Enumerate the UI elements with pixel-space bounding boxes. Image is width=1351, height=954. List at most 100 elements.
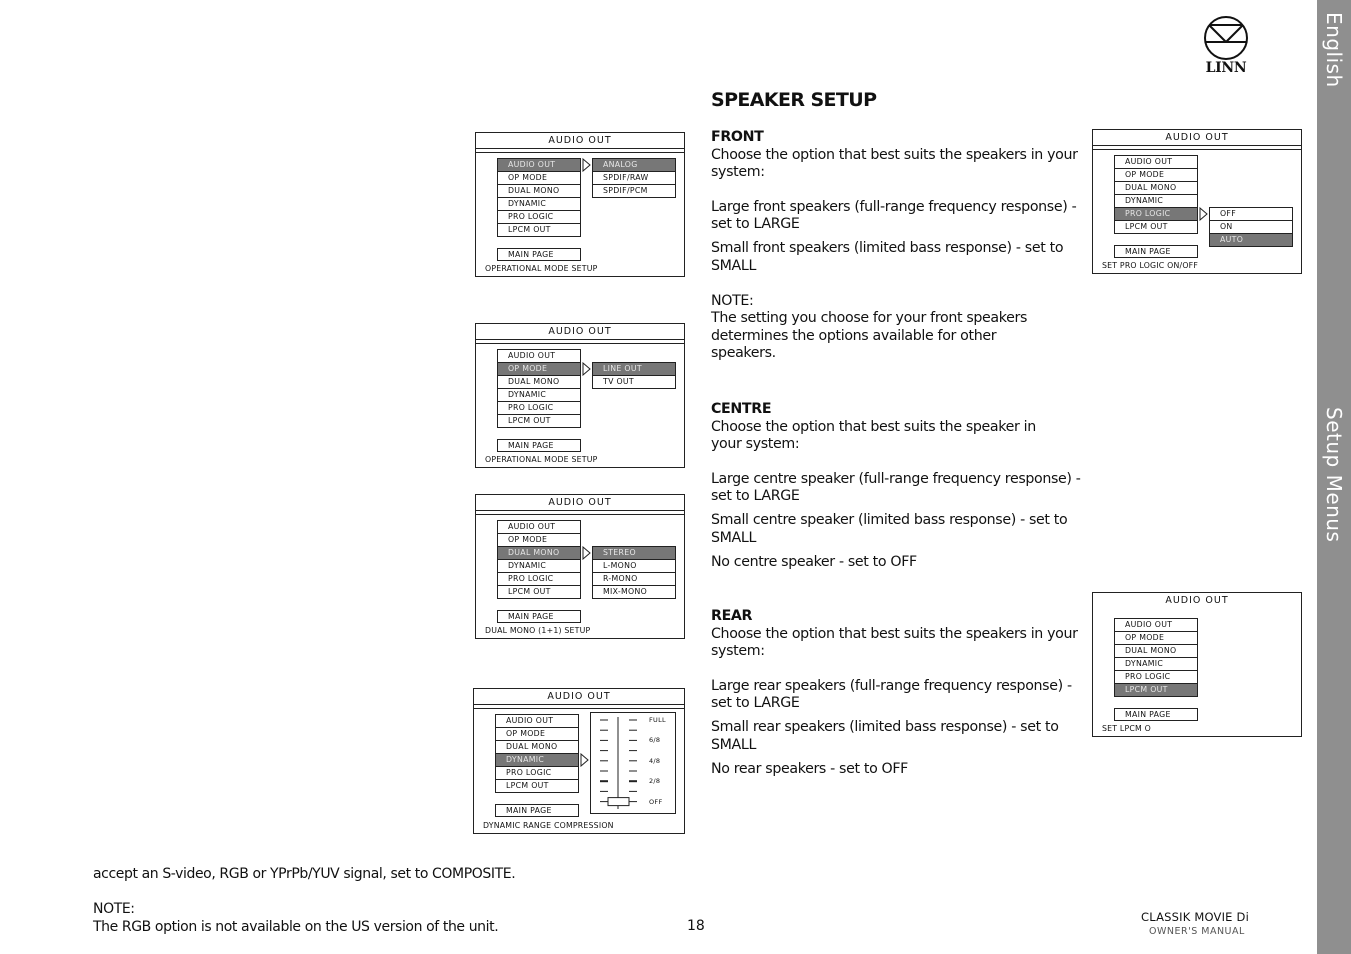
menu-item: OP MODE bbox=[1115, 169, 1197, 182]
figure-title: AUDIO OUT bbox=[548, 135, 612, 146]
menu-list: AUDIO OUT OP MODE DUAL MONO DYNAMIC PRO LOGI… bbox=[497, 158, 581, 237]
section-rear: REAR Choose the option that best suits t… bbox=[711, 608, 1081, 785]
main-page-item: MAIN PAGE bbox=[497, 610, 581, 623]
footer-subtitle: OWNER'S MANUAL bbox=[1149, 926, 1245, 937]
figure-caption: DUAL MONO (1+1) SETUP bbox=[485, 626, 591, 635]
main-page-item: MAIN PAGE bbox=[495, 804, 579, 817]
menu-list: AUDIO OUT OP MODE DUAL MONO DYNAMIC PRO LOGI… bbox=[497, 520, 581, 599]
option-text: Large rear speakers (full-range frequenc… bbox=[711, 677, 1072, 712]
section-heading: FRONT bbox=[711, 129, 764, 145]
figure-caption: SET PRO LOGIC ON/OFF bbox=[1102, 261, 1199, 270]
section-intro: Choose the option that best suits the sp… bbox=[711, 625, 1078, 660]
figure-caption: OPERATIONAL MODE SETUP bbox=[485, 455, 598, 464]
menu-item: OP MODE bbox=[498, 534, 580, 547]
submenu-list: ANALOG SPDIF/RAW SPDIF/PCM bbox=[592, 158, 676, 198]
menu-item: DYNAMIC bbox=[1115, 658, 1197, 671]
audio-out-menu-figure: AUDIO OUT AUDIO OUT OP MODE DUAL MONO DYNAMI… bbox=[475, 323, 685, 468]
menu-item: DUAL MONO bbox=[498, 547, 580, 560]
submenu-option: MIX-MONO bbox=[603, 587, 648, 596]
submenu-list: STEREO L-MONO R-MONO MIX-MONO bbox=[592, 546, 676, 599]
pointer-arrow-icon bbox=[582, 546, 591, 560]
main-page-item: MAIN PAGE bbox=[497, 439, 581, 452]
slider-level-label: 4/8 bbox=[649, 756, 661, 765]
submenu-list: LINE OUT TV OUT bbox=[592, 362, 676, 389]
figure-title: AUDIO OUT bbox=[1165, 595, 1229, 606]
submenu-option: AUTO bbox=[1210, 234, 1292, 246]
compression-slider: FULL 6/8 4/8 2/8 OFF bbox=[590, 712, 676, 814]
menu-item: AUDIO OUT bbox=[496, 715, 578, 728]
note-text: The setting you choose for your front sp… bbox=[711, 310, 1028, 362]
menu-item: LPCM OUT bbox=[508, 587, 551, 596]
slider-level-label: 2/8 bbox=[649, 777, 661, 786]
menu-item: PRO LOGIC bbox=[498, 402, 580, 415]
submenu-option: TV OUT bbox=[603, 377, 634, 386]
title-divider bbox=[1093, 145, 1301, 150]
figure-title: AUDIO OUT bbox=[1165, 132, 1229, 143]
menu-list: AUDIO OUT OP MODE DUAL MONO DYNAMIC PRO LOGI… bbox=[495, 714, 579, 793]
menu-item: AUDIO OUT bbox=[498, 159, 580, 172]
menu-item: OP MODE bbox=[496, 728, 578, 741]
menu-item: AUDIO OUT bbox=[1115, 156, 1197, 169]
menu-item: DUAL MONO bbox=[498, 185, 580, 198]
menu-item: DUAL MONO bbox=[1115, 645, 1197, 658]
menu-item: LPCM OUT bbox=[1125, 222, 1168, 231]
section-heading: REAR bbox=[711, 608, 753, 624]
pointer-arrow-icon bbox=[582, 158, 591, 172]
continued-text: accept an S-video, RGB or YPrPb/YUV sign… bbox=[93, 866, 516, 882]
menu-item: PRO LOGIC bbox=[498, 573, 580, 586]
figure-caption: SET LPCM O bbox=[1102, 724, 1151, 733]
pointer-arrow-icon bbox=[1199, 207, 1208, 221]
title-divider bbox=[476, 148, 684, 153]
figure-title: AUDIO OUT bbox=[548, 497, 612, 508]
menu-item: DUAL MONO bbox=[496, 741, 578, 754]
menu-item: PRO LOGIC bbox=[498, 211, 580, 224]
submenu-option: LINE OUT bbox=[593, 363, 675, 376]
menu-item: AUDIO OUT bbox=[498, 521, 580, 534]
menu-item: DYNAMIC bbox=[498, 389, 580, 402]
menu-item: OP MODE bbox=[498, 172, 580, 185]
menu-item: DYNAMIC bbox=[498, 198, 580, 211]
menu-item: DYNAMIC bbox=[1115, 195, 1197, 208]
pointer-arrow-icon bbox=[582, 362, 591, 376]
menu-list: AUDIO OUT OP MODE DUAL MONO DYNAMIC PRO LOGI… bbox=[497, 349, 581, 428]
section-tab-label: Setup Menus bbox=[1322, 407, 1346, 543]
menu-item: OP MODE bbox=[1115, 632, 1197, 645]
option-text: No centre speaker - set to OFF bbox=[711, 554, 917, 571]
title-divider bbox=[476, 339, 684, 344]
figure-caption: OPERATIONAL MODE SETUP bbox=[485, 264, 598, 273]
audio-out-menu-figure: AUDIO OUT AUDIO OUT OP MODE DUAL MONO DYNAMI… bbox=[1092, 592, 1302, 737]
note-text: The RGB option is not available on the U… bbox=[93, 919, 499, 935]
menu-item: AUDIO OUT bbox=[498, 350, 580, 363]
submenu-option: STEREO bbox=[593, 547, 675, 560]
page-number: 18 bbox=[687, 918, 705, 934]
menu-item: LPCM OUT bbox=[508, 225, 551, 234]
submenu-option: L-MONO bbox=[593, 560, 675, 573]
main-page-item: MAIN PAGE bbox=[1114, 708, 1198, 721]
menu-list: AUDIO OUT OP MODE DUAL MONO DYNAMIC PRO LOGI… bbox=[1114, 618, 1198, 697]
submenu-option: ANALOG bbox=[593, 159, 675, 172]
main-page-item: MAIN PAGE bbox=[497, 248, 581, 261]
submenu-option: OFF bbox=[1210, 208, 1292, 221]
slider-level-label: 6/8 bbox=[649, 736, 661, 745]
section-heading: CENTRE bbox=[711, 401, 772, 417]
note-label: NOTE: bbox=[711, 292, 754, 309]
submenu-option: ON bbox=[1210, 221, 1292, 234]
audio-out-menu-figure: AUDIO OUT AUDIO OUT OP MODE DUAL MONO DYNAMI… bbox=[473, 688, 685, 834]
menu-item: AUDIO OUT bbox=[1115, 619, 1197, 632]
submenu-list: OFF ON AUTO bbox=[1209, 207, 1293, 247]
section-front: FRONT Choose the option that best suits … bbox=[711, 129, 1081, 370]
menu-item: DYNAMIC bbox=[498, 560, 580, 573]
section-intro: Choose the option that best suits the sp… bbox=[711, 418, 1036, 453]
section-intro: Choose the option that best suits the sp… bbox=[711, 146, 1078, 181]
submenu-option: SPDIF/PCM bbox=[603, 186, 648, 195]
menu-item: DUAL MONO bbox=[1115, 182, 1197, 195]
menu-item: DYNAMIC bbox=[496, 754, 578, 767]
menu-item: LPCM OUT bbox=[1115, 684, 1197, 696]
option-text: Small rear speakers (limited bass respon… bbox=[711, 719, 1059, 754]
option-text: Large centre speaker (full-range frequen… bbox=[711, 470, 1081, 505]
slider-level-label: OFF bbox=[649, 797, 663, 806]
menu-item: PRO LOGIC bbox=[1115, 671, 1197, 684]
note-label: NOTE: bbox=[93, 901, 135, 917]
menu-item: DUAL MONO bbox=[498, 376, 580, 389]
title-divider bbox=[474, 704, 684, 709]
